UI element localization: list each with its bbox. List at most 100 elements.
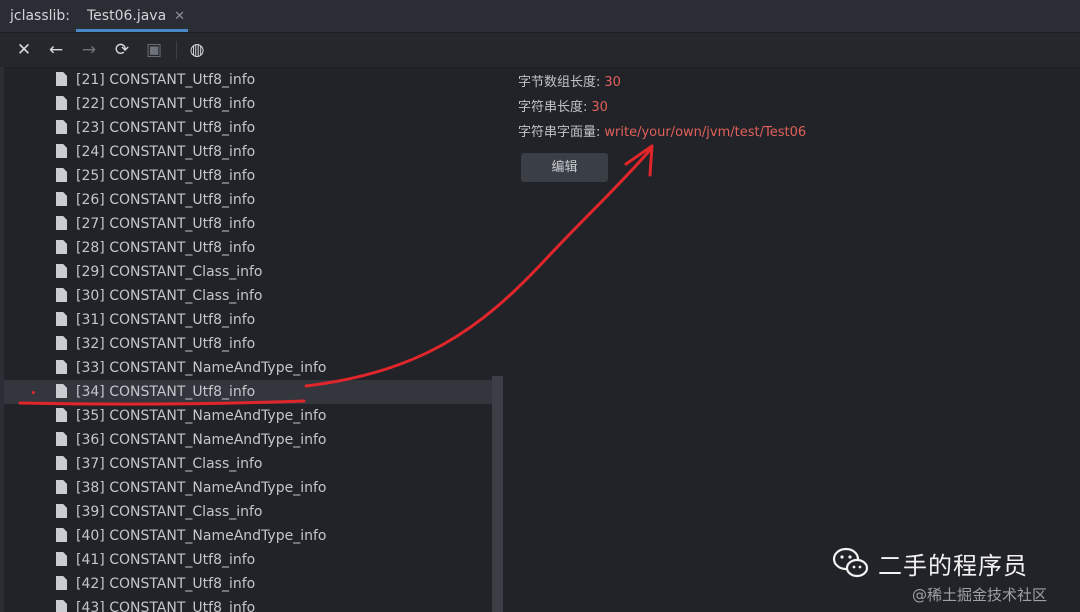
watermark-site: @稀土掘金技术社区 bbox=[912, 586, 1048, 604]
file-icon bbox=[56, 384, 67, 398]
file-icon bbox=[56, 456, 67, 470]
tree-item-label: [29] CONSTANT_Class_info bbox=[76, 264, 263, 280]
tree-item[interactable]: [35] CONSTANT_NameAndType_info bbox=[4, 404, 496, 428]
tree-item[interactable]: [34] CONSTANT_Utf8_info bbox=[4, 380, 496, 404]
file-icon bbox=[56, 144, 67, 158]
tree-item[interactable]: [22] CONSTANT_Utf8_info bbox=[4, 92, 496, 116]
tree-item[interactable]: [28] CONSTANT_Utf8_info bbox=[4, 236, 496, 260]
tree-item-label: [25] CONSTANT_Utf8_info bbox=[76, 168, 256, 184]
tree-item-label: [22] CONSTANT_Utf8_info bbox=[76, 96, 256, 112]
tree-item[interactable]: [40] CONSTANT_NameAndType_info bbox=[4, 524, 496, 548]
tab-test06-java[interactable]: Test06.java ✕ bbox=[76, 0, 188, 32]
string-literal-value: write/your/own/jvm/test/Test06 bbox=[604, 125, 807, 140]
toolbar-separator bbox=[176, 41, 177, 59]
file-icon bbox=[56, 552, 67, 566]
tree-item[interactable]: [25] CONSTANT_Utf8_info bbox=[4, 164, 496, 188]
tree-item-label: [31] CONSTANT_Utf8_info bbox=[76, 312, 256, 328]
watermark-channel-name: 二手的程序员 bbox=[878, 551, 1028, 580]
tree-item-label: [39] CONSTANT_Class_info bbox=[76, 504, 263, 520]
wechat-icon bbox=[832, 547, 869, 578]
tree-item-label: [40] CONSTANT_NameAndType_info bbox=[76, 528, 327, 544]
edit-button[interactable]: 编辑 bbox=[521, 153, 608, 182]
tree-item[interactable]: [39] CONSTANT_Class_info bbox=[4, 500, 496, 524]
file-icon bbox=[56, 432, 67, 446]
byte-length-row: 字节数组长度: 30 bbox=[518, 71, 621, 95]
file-icon bbox=[56, 576, 67, 590]
file-icon bbox=[56, 528, 67, 542]
tree-item[interactable]: [23] CONSTANT_Utf8_info bbox=[4, 116, 496, 140]
tree-item-label: [24] CONSTANT_Utf8_info bbox=[76, 144, 256, 160]
save-icon[interactable]: ▣ bbox=[142, 38, 166, 62]
file-icon bbox=[56, 216, 67, 230]
string-literal-label: 字符串字面量: bbox=[518, 125, 601, 140]
tree-item-label: [21] CONSTANT_Utf8_info bbox=[76, 72, 256, 88]
globe-icon[interactable]: ◍ bbox=[185, 38, 209, 62]
tree-item-label: [34] CONSTANT_Utf8_info bbox=[76, 384, 256, 400]
file-icon bbox=[56, 408, 67, 422]
file-icon bbox=[56, 288, 67, 302]
tree-item[interactable]: [33] CONSTANT_NameAndType_info bbox=[4, 356, 496, 380]
tree-item-label: [30] CONSTANT_Class_info bbox=[76, 288, 263, 304]
file-icon bbox=[56, 360, 67, 374]
file-icon bbox=[56, 312, 67, 326]
tree-item[interactable]: [41] CONSTANT_Utf8_info bbox=[4, 548, 496, 572]
file-icon bbox=[56, 336, 67, 350]
tree-item[interactable]: [32] CONSTANT_Utf8_info bbox=[4, 332, 496, 356]
tree-item-label: [26] CONSTANT_Utf8_info bbox=[76, 192, 256, 208]
constant-pool-tree: [21] CONSTANT_Utf8_info [22] CONSTANT_Utf… bbox=[4, 67, 504, 612]
file-icon bbox=[56, 168, 67, 182]
tree-item-label: [32] CONSTANT_Utf8_info bbox=[76, 336, 256, 352]
tab-jclasslib[interactable]: jclasslib: bbox=[10, 0, 70, 32]
toolbar: ✕ ← → ⟳ ▣ ◍ bbox=[0, 33, 1080, 68]
back-icon[interactable]: ← bbox=[44, 38, 68, 62]
tree-item[interactable]: [27] CONSTANT_Utf8_info bbox=[4, 212, 496, 236]
tree-item[interactable]: [24] CONSTANT_Utf8_info bbox=[4, 140, 496, 164]
tab-label: Test06.java bbox=[87, 8, 167, 24]
file-icon bbox=[56, 480, 67, 494]
annotation-dot bbox=[32, 391, 35, 394]
tab-bar: jclasslib: Test06.java ✕ bbox=[0, 0, 1080, 33]
tree-item-label: [23] CONSTANT_Utf8_info bbox=[76, 120, 256, 136]
string-length-row: 字符串长度: 30 bbox=[518, 96, 608, 120]
tree-item[interactable]: [38] CONSTANT_NameAndType_info bbox=[4, 476, 496, 500]
tree-item[interactable]: [37] CONSTANT_Class_info bbox=[4, 452, 496, 476]
file-icon bbox=[56, 264, 67, 278]
file-icon bbox=[56, 600, 67, 612]
tree-item-label: [35] CONSTANT_NameAndType_info bbox=[76, 408, 327, 424]
file-icon bbox=[56, 120, 67, 134]
tree-scrollbar[interactable] bbox=[492, 376, 503, 612]
close-icon[interactable]: ✕ bbox=[174, 9, 185, 24]
refresh-icon[interactable]: ⟳ bbox=[110, 38, 134, 62]
tree-item-label: [36] CONSTANT_NameAndType_info bbox=[76, 432, 327, 448]
tree-item[interactable]: [21] CONSTANT_Utf8_info bbox=[4, 68, 496, 92]
file-icon bbox=[56, 96, 67, 110]
tab-label: jclasslib: bbox=[10, 8, 71, 24]
tree-item[interactable]: [43] CONSTANT_Utf8_info bbox=[4, 596, 496, 612]
file-icon bbox=[56, 192, 67, 206]
active-tab-indicator bbox=[76, 29, 188, 32]
byte-length-value: 30 bbox=[604, 75, 621, 90]
tree-item-label: [28] CONSTANT_Utf8_info bbox=[76, 240, 256, 256]
forward-icon[interactable]: → bbox=[77, 38, 101, 62]
file-icon bbox=[56, 240, 67, 254]
tree-item-label: [27] CONSTANT_Utf8_info bbox=[76, 216, 256, 232]
file-icon bbox=[56, 72, 67, 86]
close-icon[interactable]: ✕ bbox=[12, 38, 36, 62]
string-length-label: 字符串长度: bbox=[518, 100, 588, 115]
tree-item-label: [42] CONSTANT_Utf8_info bbox=[76, 576, 256, 592]
tree-item-label: [33] CONSTANT_NameAndType_info bbox=[76, 360, 327, 376]
tree-item-label: [38] CONSTANT_NameAndType_info bbox=[76, 480, 327, 496]
tree-item-label: [37] CONSTANT_Class_info bbox=[76, 456, 263, 472]
tree-item[interactable]: [26] CONSTANT_Utf8_info bbox=[4, 188, 496, 212]
tree-item-label: [43] CONSTANT_Utf8_info bbox=[76, 600, 256, 612]
string-length-value: 30 bbox=[591, 100, 608, 115]
file-icon bbox=[56, 504, 67, 518]
string-literal-row: 字符串字面量: write/your/own/jvm/test/Test06 bbox=[518, 121, 806, 145]
tree-item[interactable]: [31] CONSTANT_Utf8_info bbox=[4, 308, 496, 332]
tree-item[interactable]: [42] CONSTANT_Utf8_info bbox=[4, 572, 496, 596]
tree-item[interactable]: [29] CONSTANT_Class_info bbox=[4, 260, 496, 284]
arrow-head-icon bbox=[624, 144, 654, 177]
wechat-watermark: 二手的程序员 bbox=[832, 545, 1028, 581]
tree-item[interactable]: [30] CONSTANT_Class_info bbox=[4, 284, 496, 308]
tree-item[interactable]: [36] CONSTANT_NameAndType_info bbox=[4, 428, 496, 452]
